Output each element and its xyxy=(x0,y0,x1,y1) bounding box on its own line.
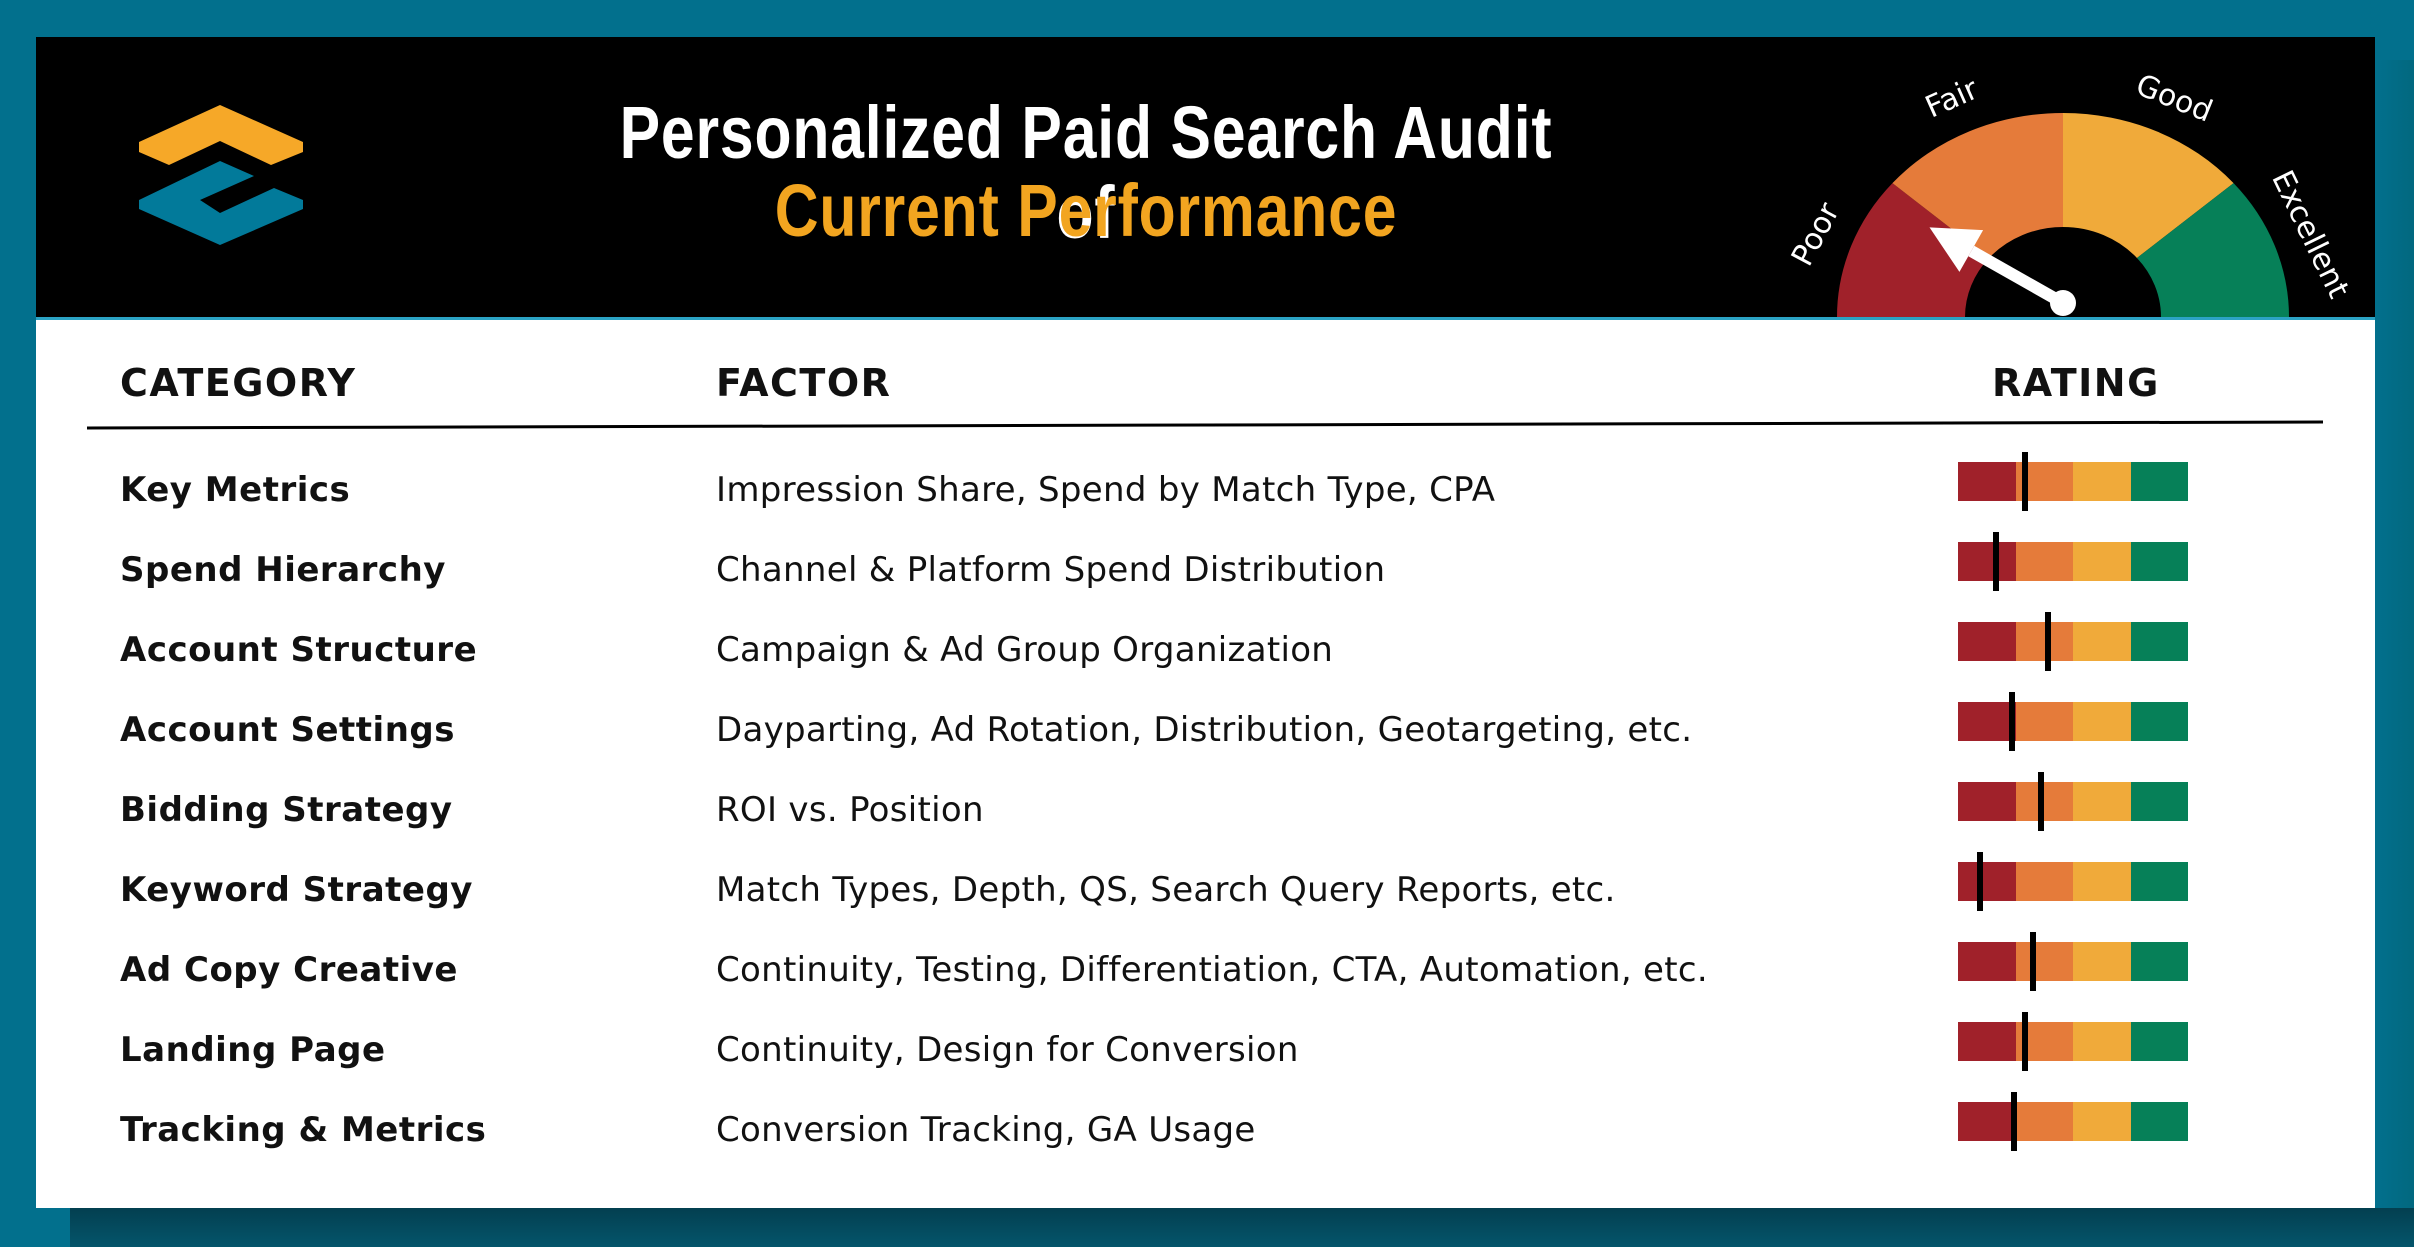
rating-segment-poor xyxy=(1958,942,2016,981)
row-category: Ad Copy Creative xyxy=(120,950,458,990)
rating-bar xyxy=(1958,852,2188,911)
row-category: Tracking & Metrics xyxy=(120,1110,487,1150)
rating-segment-fair xyxy=(2015,862,2073,901)
rating-segment-excellent xyxy=(2130,942,2188,981)
rating-segment-fair xyxy=(2015,702,2073,741)
rating-segment-fair xyxy=(2015,782,2073,821)
rating-segment-poor xyxy=(1958,702,2016,741)
rating-segment-excellent xyxy=(2130,622,2188,661)
rating-bar xyxy=(1958,692,2188,751)
rating-segment-good xyxy=(2073,782,2131,821)
rating-bar xyxy=(1958,452,2188,511)
rating-marker xyxy=(2011,1092,2018,1151)
row-factor: ROI vs. Position xyxy=(716,790,984,830)
row-category: Keyword Strategy xyxy=(120,870,473,910)
rating-segment-good xyxy=(2073,702,2131,741)
row-factor: Dayparting, Ad Rotation, Distribution, G… xyxy=(716,710,1693,750)
rating-segment-fair xyxy=(2015,1102,2073,1141)
header-rule xyxy=(86,420,2324,430)
rating-marker xyxy=(2009,692,2016,751)
rating-segment-good xyxy=(2073,1022,2131,1061)
row-category: Account Structure xyxy=(120,630,478,670)
rating-segment-poor xyxy=(1958,622,2016,661)
rating-segment-excellent xyxy=(2130,542,2188,581)
frame-shadow-bottom xyxy=(70,1208,2414,1247)
rating-bar xyxy=(1958,612,2188,671)
rating-segment-excellent xyxy=(2130,862,2188,901)
rating-segment-good xyxy=(2073,942,2131,981)
rating-segment-poor xyxy=(1958,862,2016,901)
rating-segment-good xyxy=(2073,622,2131,661)
rating-segment-excellent xyxy=(2130,702,2188,741)
rating-segment-fair xyxy=(2015,942,2073,981)
rating-bar xyxy=(1958,532,2188,591)
rating-marker xyxy=(2044,612,2051,671)
rating-segment-good xyxy=(2073,542,2131,581)
rating-segment-excellent xyxy=(2130,1102,2188,1141)
rating-segment-good xyxy=(2073,1102,2131,1141)
rating-segment-excellent xyxy=(2130,1022,2188,1061)
rating-segment-good xyxy=(2073,862,2131,901)
rating-bar xyxy=(1958,1092,2188,1151)
rating-marker xyxy=(2021,452,2028,511)
row-category: Key Metrics xyxy=(120,470,351,510)
rating-segment-poor xyxy=(1958,462,2016,501)
row-category: Spend Hierarchy xyxy=(120,550,446,590)
row-factor: Channel & Platform Spend Distribution xyxy=(716,550,1386,590)
rating-segment-excellent xyxy=(2130,782,2188,821)
rating-marker xyxy=(1992,532,1999,591)
rating-segment-poor xyxy=(1958,1022,2016,1061)
row-factor: Impression Share, Spend by Match Type, C… xyxy=(716,470,1496,510)
rating-marker xyxy=(1976,852,1983,911)
row-factor: Continuity, Testing, Differentiation, CT… xyxy=(716,950,1708,990)
rating-marker xyxy=(2021,1012,2028,1071)
rating-segment-fair xyxy=(2015,542,2073,581)
audit-card: Personalized Paid Search Audit of Curren… xyxy=(36,37,2375,1208)
rating-bar xyxy=(1958,772,2188,831)
rating-segment-poor xyxy=(1958,782,2016,821)
rating-segment-good xyxy=(2073,462,2131,501)
rating-segment-excellent xyxy=(2130,462,2188,501)
rating-marker xyxy=(2037,772,2044,831)
row-category: Account Settings xyxy=(120,710,455,750)
row-category: Landing Page xyxy=(120,1030,386,1070)
rating-marker xyxy=(2029,932,2036,991)
frame-shadow-right xyxy=(2375,60,2414,1247)
row-factor: Match Types, Depth, QS, Search Query Rep… xyxy=(716,870,1616,910)
row-factor: Campaign & Ad Group Organization xyxy=(716,630,1334,670)
row-category: Bidding Strategy xyxy=(120,790,453,830)
rating-segment-poor xyxy=(1958,542,2016,581)
rating-segment-poor xyxy=(1958,1102,2016,1141)
row-factor: Conversion Tracking, GA Usage xyxy=(716,1110,1256,1150)
rating-bar xyxy=(1958,1012,2188,1071)
row-factor: Continuity, Design for Conversion xyxy=(716,1030,1299,1070)
rating-bar xyxy=(1958,932,2188,991)
